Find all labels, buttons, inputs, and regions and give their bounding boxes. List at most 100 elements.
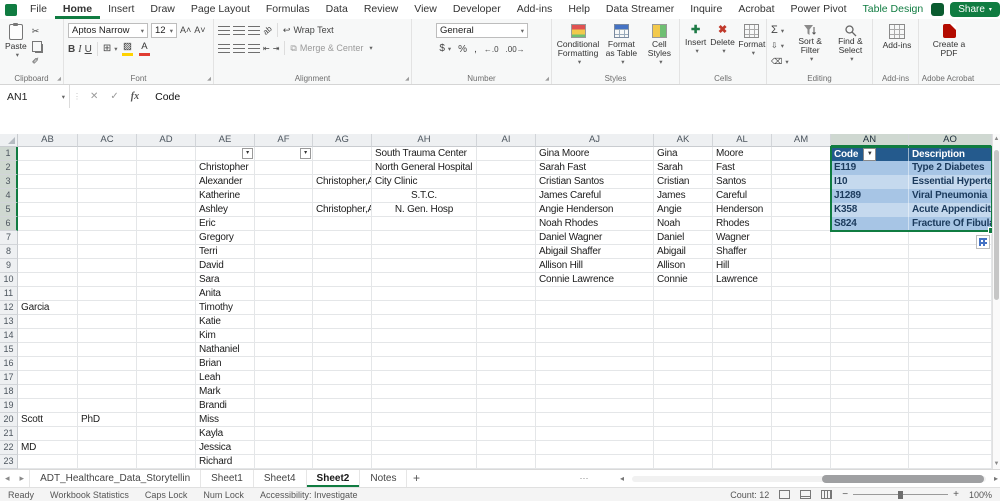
cell-AE18[interactable]: Mark — [196, 385, 255, 399]
cell-AI13[interactable] — [477, 315, 536, 329]
cell-AK12[interactable] — [654, 301, 713, 315]
cell-AD3[interactable] — [137, 175, 196, 189]
cell-AF13[interactable] — [255, 315, 313, 329]
cell-AL2[interactable]: Fast — [713, 161, 772, 175]
cell-AJ14[interactable] — [536, 329, 654, 343]
cell-AE19[interactable]: Brandi — [196, 399, 255, 413]
cell-AD9[interactable] — [137, 259, 196, 273]
row-header-21[interactable]: 21 — [0, 427, 18, 441]
cell-AN13[interactable] — [831, 315, 909, 329]
cell-AO21[interactable] — [909, 427, 992, 441]
cell-AE11[interactable]: Anita — [196, 287, 255, 301]
cell-AI16[interactable] — [477, 357, 536, 371]
cell-AL18[interactable] — [713, 385, 772, 399]
status-item-workbook-statistics[interactable]: Workbook Statistics — [50, 490, 129, 500]
status-item-num-lock[interactable]: Num Lock — [203, 490, 244, 500]
cell-AJ12[interactable] — [536, 301, 654, 315]
cell-AC9[interactable] — [78, 259, 137, 273]
cell-AN17[interactable] — [831, 371, 909, 385]
cell-AN22[interactable] — [831, 441, 909, 455]
cell-AE1[interactable]: ▾ — [196, 147, 255, 161]
cell-AJ2[interactable]: Sarah Fast — [536, 161, 654, 175]
cell-AG3[interactable]: Christopher,A — [313, 175, 372, 189]
row-header-14[interactable]: 14 — [0, 329, 18, 343]
cell-AE14[interactable]: Kim — [196, 329, 255, 343]
zoom-in-icon[interactable]: + — [953, 489, 959, 500]
cell-AD8[interactable] — [137, 245, 196, 259]
cell-AH18[interactable] — [372, 385, 477, 399]
cell-AK8[interactable]: Abigail — [654, 245, 713, 259]
cell-AE15[interactable]: Nathaniel — [196, 343, 255, 357]
cell-AK18[interactable] — [654, 385, 713, 399]
cell-AG10[interactable] — [313, 273, 372, 287]
cell-AG18[interactable] — [313, 385, 372, 399]
row-header-12[interactable]: 12 — [0, 301, 18, 315]
cell-AG16[interactable] — [313, 357, 372, 371]
table-cell-AN2[interactable]: E119 — [831, 161, 909, 175]
autofilter-dropdown-icon[interactable]: ▾ — [242, 148, 253, 159]
column-header-AM[interactable]: AM — [772, 134, 831, 147]
cell-AL11[interactable] — [713, 287, 772, 301]
cell-AK17[interactable] — [654, 371, 713, 385]
cell-AN8[interactable] — [831, 245, 909, 259]
cell-AI20[interactable] — [477, 413, 536, 427]
cell-AL16[interactable] — [713, 357, 772, 371]
cell-AM23[interactable] — [772, 455, 831, 469]
cell-AC22[interactable] — [78, 441, 137, 455]
cell-AG5[interactable]: Christopher,A — [313, 203, 372, 217]
cell-AI15[interactable] — [477, 343, 536, 357]
row-header-5[interactable]: 5 — [0, 203, 18, 217]
cell-AJ18[interactable] — [536, 385, 654, 399]
column-header-AC[interactable]: AC — [78, 134, 137, 147]
cell-AL14[interactable] — [713, 329, 772, 343]
cell-AH13[interactable] — [372, 315, 477, 329]
cell-AL10[interactable]: Lawrence — [713, 273, 772, 287]
cell-AI3[interactable] — [477, 175, 536, 189]
align-left-icon[interactable] — [218, 43, 230, 53]
cell-AL21[interactable] — [713, 427, 772, 441]
cell-AJ6[interactable]: Noah Rhodes — [536, 217, 654, 231]
cell-AO14[interactable] — [909, 329, 992, 343]
new-sheet-button[interactable]: + — [407, 470, 425, 487]
cell-AH21[interactable] — [372, 427, 477, 441]
ribbon-tab-power-pivot[interactable]: Power Pivot — [783, 0, 855, 19]
confirm-entry-icon[interactable]: ✓ — [104, 91, 124, 102]
cut-icon[interactable]: ✂ — [32, 25, 42, 38]
cell-AL12[interactable] — [713, 301, 772, 315]
cell-AE23[interactable]: Richard — [196, 455, 255, 469]
insert-function-icon[interactable]: fx — [125, 91, 145, 102]
cell-styles-button[interactable]: Cell Styles ▾ — [643, 23, 676, 72]
cell-AO23[interactable] — [909, 455, 992, 469]
ribbon-tab-view[interactable]: View — [406, 0, 445, 19]
share-button[interactable]: Share ▾ — [950, 2, 1000, 17]
clear-button-icon[interactable]: ⌫ ▾ — [771, 55, 789, 69]
cell-AG9[interactable] — [313, 259, 372, 273]
column-header-AB[interactable]: AB — [18, 134, 78, 147]
cell-AH11[interactable] — [372, 287, 477, 301]
cell-AM22[interactable] — [772, 441, 831, 455]
cell-AO13[interactable] — [909, 315, 992, 329]
percent-style-button[interactable]: % — [458, 43, 467, 56]
cell-AE16[interactable]: Brian — [196, 357, 255, 371]
cell-AI22[interactable] — [477, 441, 536, 455]
paste-button[interactable]: Paste ▾ — [4, 23, 28, 68]
cell-AH22[interactable] — [372, 441, 477, 455]
fill-handle[interactable] — [988, 227, 992, 234]
cell-AM11[interactable] — [772, 287, 831, 301]
cell-AG12[interactable] — [313, 301, 372, 315]
cell-AF3[interactable] — [255, 175, 313, 189]
cell-AH1[interactable]: South Trauma Center — [372, 147, 477, 161]
wrap-text-button[interactable]: Wrap Text — [293, 25, 333, 35]
cell-AI4[interactable] — [477, 189, 536, 203]
cell-AF18[interactable] — [255, 385, 313, 399]
cell-AD2[interactable] — [137, 161, 196, 175]
table-cell-AO4[interactable]: Viral Pneumonia — [909, 189, 992, 203]
row-header-18[interactable]: 18 — [0, 385, 18, 399]
cell-AO20[interactable] — [909, 413, 992, 427]
cell-AD23[interactable] — [137, 455, 196, 469]
cell-AD20[interactable] — [137, 413, 196, 427]
merge-center-button[interactable]: Merge & Center — [300, 43, 364, 53]
cell-AG17[interactable] — [313, 371, 372, 385]
cell-AK21[interactable] — [654, 427, 713, 441]
ribbon-tab-page-layout[interactable]: Page Layout — [183, 0, 258, 19]
